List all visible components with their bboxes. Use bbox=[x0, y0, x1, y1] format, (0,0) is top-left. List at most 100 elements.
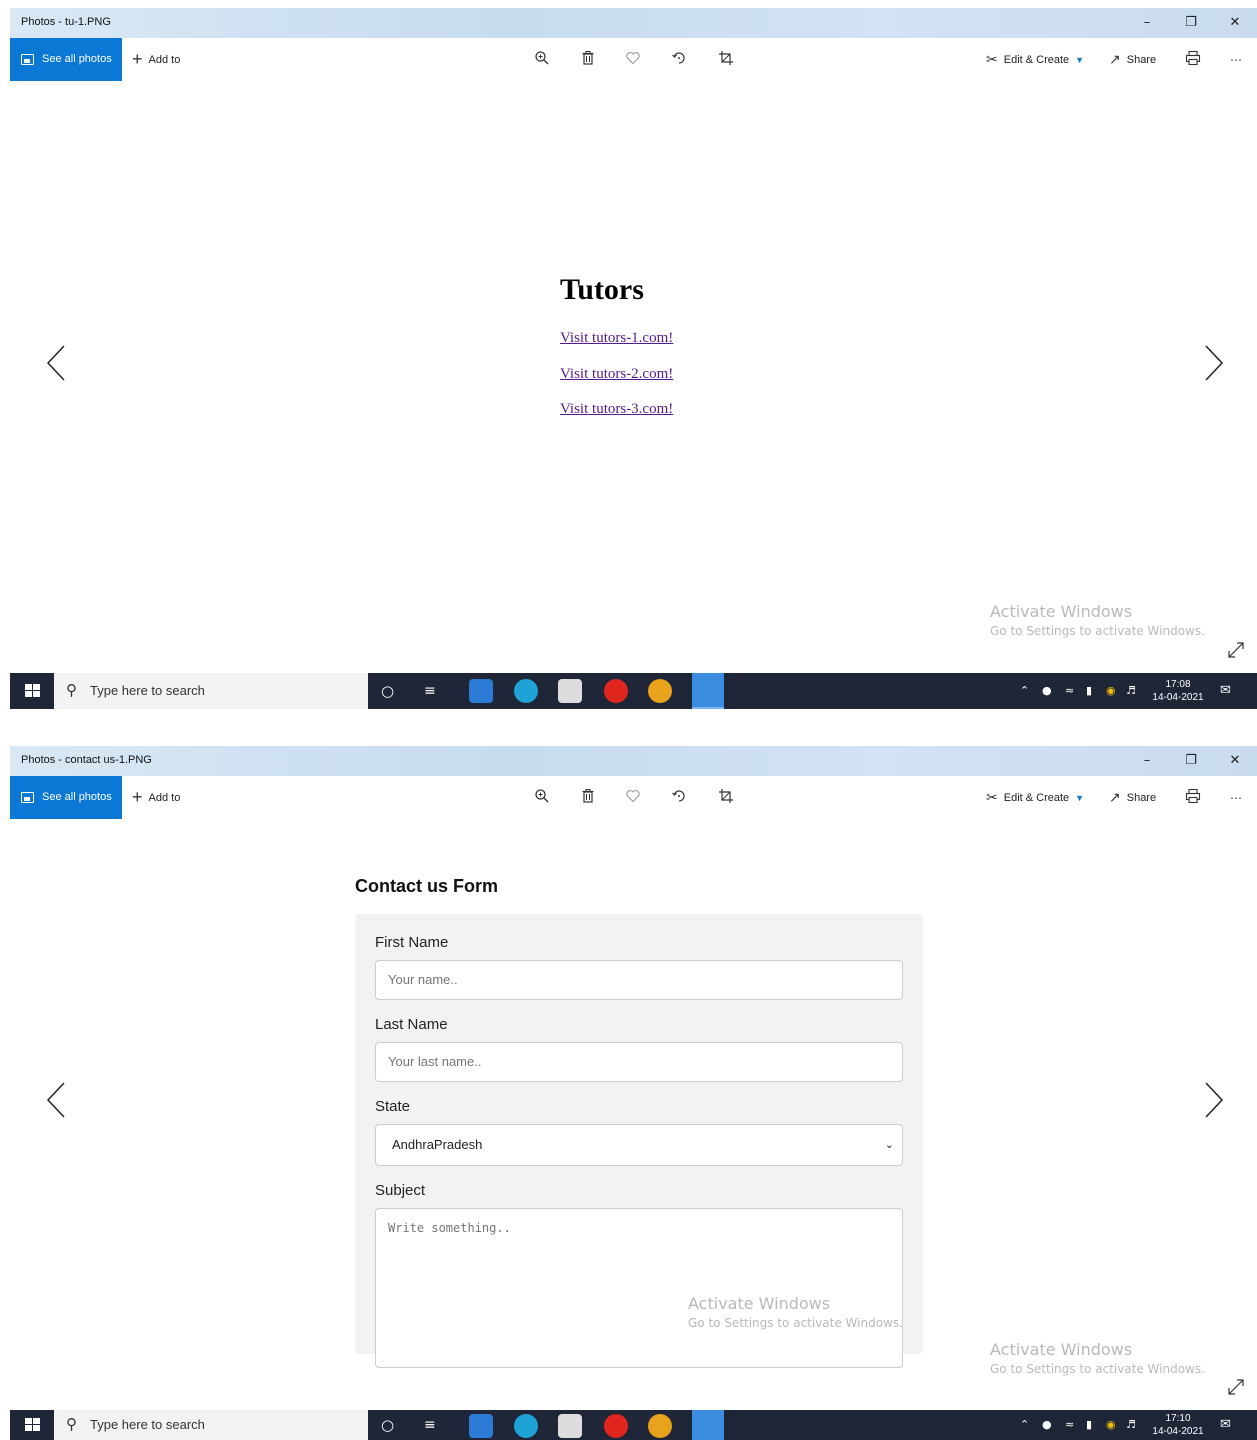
add-to-label: Add to bbox=[148, 54, 181, 66]
notifications-icon[interactable]: ✉ bbox=[1220, 673, 1231, 709]
watermark-title: Activate Windows bbox=[990, 1340, 1133, 1359]
previous-arrow-icon[interactable] bbox=[44, 343, 70, 383]
microphone-icon[interactable]: ● bbox=[1042, 1410, 1052, 1440]
activate-windows-watermark: Activate Windows Go to Settings to activ… bbox=[990, 602, 1205, 638]
tutors-link-2[interactable]: Visit tutors-2.com! bbox=[560, 366, 673, 383]
task-view-icon[interactable]: ≡ bbox=[424, 673, 436, 709]
title-bar[interactable]: Photos - tu-1.PNG – ❐ ✕ bbox=[10, 8, 1257, 38]
add-to-button[interactable]: + Add to bbox=[132, 776, 180, 819]
cortana-icon[interactable]: ○ bbox=[381, 1410, 394, 1440]
start-button[interactable] bbox=[10, 673, 54, 709]
restore-button[interactable]: ❐ bbox=[1169, 746, 1213, 776]
delete-icon[interactable] bbox=[578, 788, 598, 808]
close-button[interactable]: ✕ bbox=[1213, 8, 1257, 38]
volume-icon[interactable]: ♬ bbox=[1126, 673, 1136, 709]
share-button[interactable]: ↗ Share bbox=[1109, 776, 1156, 819]
crop-icon[interactable] bbox=[716, 50, 736, 70]
state-select[interactable]: AndhraPradesh ⌄ bbox=[375, 1124, 903, 1166]
clock-time: 17:08 bbox=[1165, 679, 1191, 690]
search-placeholder: Type here to search bbox=[90, 683, 205, 698]
heart-icon[interactable] bbox=[623, 788, 643, 808]
crop-icon[interactable] bbox=[716, 788, 736, 808]
see-all-photos-button[interactable]: See all photos bbox=[10, 776, 122, 819]
cortana-icon[interactable]: ○ bbox=[381, 673, 394, 709]
store-icon[interactable] bbox=[558, 679, 582, 703]
first-name-input[interactable]: Your name.. bbox=[375, 960, 903, 1000]
see-all-photos-label: See all photos bbox=[42, 53, 112, 65]
minimize-button[interactable]: – bbox=[1125, 746, 1169, 776]
subject-textarea[interactable]: Write something.. bbox=[375, 1208, 903, 1368]
edit-create-icon: ✂ bbox=[986, 51, 998, 67]
mail-icon[interactable] bbox=[469, 1414, 493, 1438]
delete-icon[interactable] bbox=[578, 50, 598, 70]
activate-windows-watermark: Activate Windows Go to Settings to activ… bbox=[990, 1340, 1205, 1376]
norton-icon[interactable]: ◉ bbox=[1106, 673, 1116, 709]
chrome-icon[interactable] bbox=[648, 1414, 672, 1438]
chrome-icon[interactable] bbox=[648, 679, 672, 703]
next-arrow-icon[interactable] bbox=[1200, 1080, 1226, 1120]
microphone-icon[interactable]: ● bbox=[1042, 673, 1052, 709]
taskbar-search-input[interactable]: ⚲ Type here to search bbox=[54, 1410, 368, 1440]
inner-watermark-title: Activate Windows bbox=[688, 1294, 831, 1313]
taskbar-search-input[interactable]: ⚲ Type here to search bbox=[54, 673, 368, 709]
windows-logo-icon bbox=[25, 1418, 40, 1432]
notifications-icon[interactable]: ✉ bbox=[1220, 1410, 1231, 1440]
previous-arrow-icon[interactable] bbox=[44, 1080, 70, 1120]
photos-app-icon[interactable] bbox=[692, 673, 724, 709]
tray-chevron-icon[interactable]: ⌃ bbox=[1020, 673, 1029, 709]
heart-icon[interactable] bbox=[623, 50, 643, 70]
last-name-input[interactable]: Your last name.. bbox=[375, 1042, 903, 1082]
wifi-icon[interactable]: ≈ bbox=[1065, 1410, 1074, 1440]
chevron-down-icon: ⌄ bbox=[884, 1139, 894, 1151]
add-to-button[interactable]: + Add to bbox=[132, 38, 180, 81]
tutors-link-3[interactable]: Visit tutors-3.com! bbox=[560, 401, 673, 418]
edge-icon[interactable] bbox=[514, 679, 538, 703]
mail-icon[interactable] bbox=[469, 679, 493, 703]
wifi-icon[interactable]: ≈ bbox=[1065, 673, 1074, 709]
add-to-label: Add to bbox=[148, 792, 181, 804]
volume-icon[interactable]: ♬ bbox=[1126, 1410, 1136, 1440]
see-all-photos-button[interactable]: See all photos bbox=[10, 38, 122, 81]
print-icon[interactable] bbox=[1183, 788, 1203, 808]
watermark-title: Activate Windows bbox=[990, 602, 1133, 621]
photos-app-icon[interactable] bbox=[692, 1410, 724, 1440]
share-label: Share bbox=[1126, 54, 1157, 66]
store-icon[interactable] bbox=[558, 1414, 582, 1438]
taskbar: ⚲ Type here to search ○ ≡ ⌃ ● ≈ ▮ ◉ ♬ 17… bbox=[10, 1410, 1257, 1440]
rotate-icon[interactable] bbox=[669, 788, 689, 808]
opera-icon[interactable] bbox=[604, 679, 628, 703]
start-button[interactable] bbox=[10, 1410, 54, 1440]
battery-icon[interactable]: ▮ bbox=[1086, 1410, 1092, 1440]
edit-create-button[interactable]: ✂ Edit & Create ▼ bbox=[986, 38, 1084, 81]
system-clock[interactable]: 17:10 14-04-2021 bbox=[1148, 1412, 1208, 1438]
tray-chevron-icon[interactable]: ⌃ bbox=[1020, 1410, 1029, 1440]
more-icon[interactable]: ⋯ bbox=[1226, 50, 1246, 70]
expand-icon[interactable] bbox=[1227, 641, 1245, 659]
task-view-icon[interactable]: ≡ bbox=[424, 1410, 436, 1440]
zoom-icon[interactable] bbox=[532, 788, 552, 808]
next-arrow-icon[interactable] bbox=[1200, 343, 1226, 383]
inner-watermark-subtitle: Go to Settings to activate Windows. bbox=[688, 1316, 903, 1330]
last-name-placeholder: Your last name.. bbox=[388, 1054, 482, 1069]
title-bar[interactable]: Photos - contact us-1.PNG – ❐ ✕ bbox=[10, 746, 1257, 776]
opera-icon[interactable] bbox=[604, 1414, 628, 1438]
toolbar: See all photos + Add to ✂ Edit & Create ▼ ↗… bbox=[10, 776, 1257, 819]
clock-date: 14-04-2021 bbox=[1152, 692, 1204, 703]
system-clock[interactable]: 17:08 14-04-2021 bbox=[1148, 678, 1208, 704]
norton-icon[interactable]: ◉ bbox=[1106, 1410, 1116, 1440]
expand-icon[interactable] bbox=[1227, 1378, 1245, 1396]
edge-icon[interactable] bbox=[514, 1414, 538, 1438]
contact-form: First Name Your name.. Last Name Your la… bbox=[355, 914, 923, 1368]
close-button[interactable]: ✕ bbox=[1213, 746, 1257, 776]
tutors-link-1[interactable]: Visit tutors-1.com! bbox=[560, 330, 673, 347]
minimize-button[interactable]: – bbox=[1125, 8, 1169, 38]
restore-button[interactable]: ❐ bbox=[1169, 8, 1213, 38]
edit-create-button[interactable]: ✂ Edit & Create ▼ bbox=[986, 776, 1084, 819]
print-icon[interactable] bbox=[1183, 50, 1203, 70]
zoom-icon[interactable] bbox=[532, 50, 552, 70]
taskbar: ⚲ Type here to search ○ ≡ ⌃ ● ≈ ▮ ◉ ♬ 17… bbox=[10, 673, 1257, 709]
more-icon[interactable]: ⋯ bbox=[1226, 788, 1246, 808]
battery-icon[interactable]: ▮ bbox=[1086, 673, 1092, 709]
rotate-icon[interactable] bbox=[669, 50, 689, 70]
share-button[interactable]: ↗ Share bbox=[1109, 38, 1156, 81]
